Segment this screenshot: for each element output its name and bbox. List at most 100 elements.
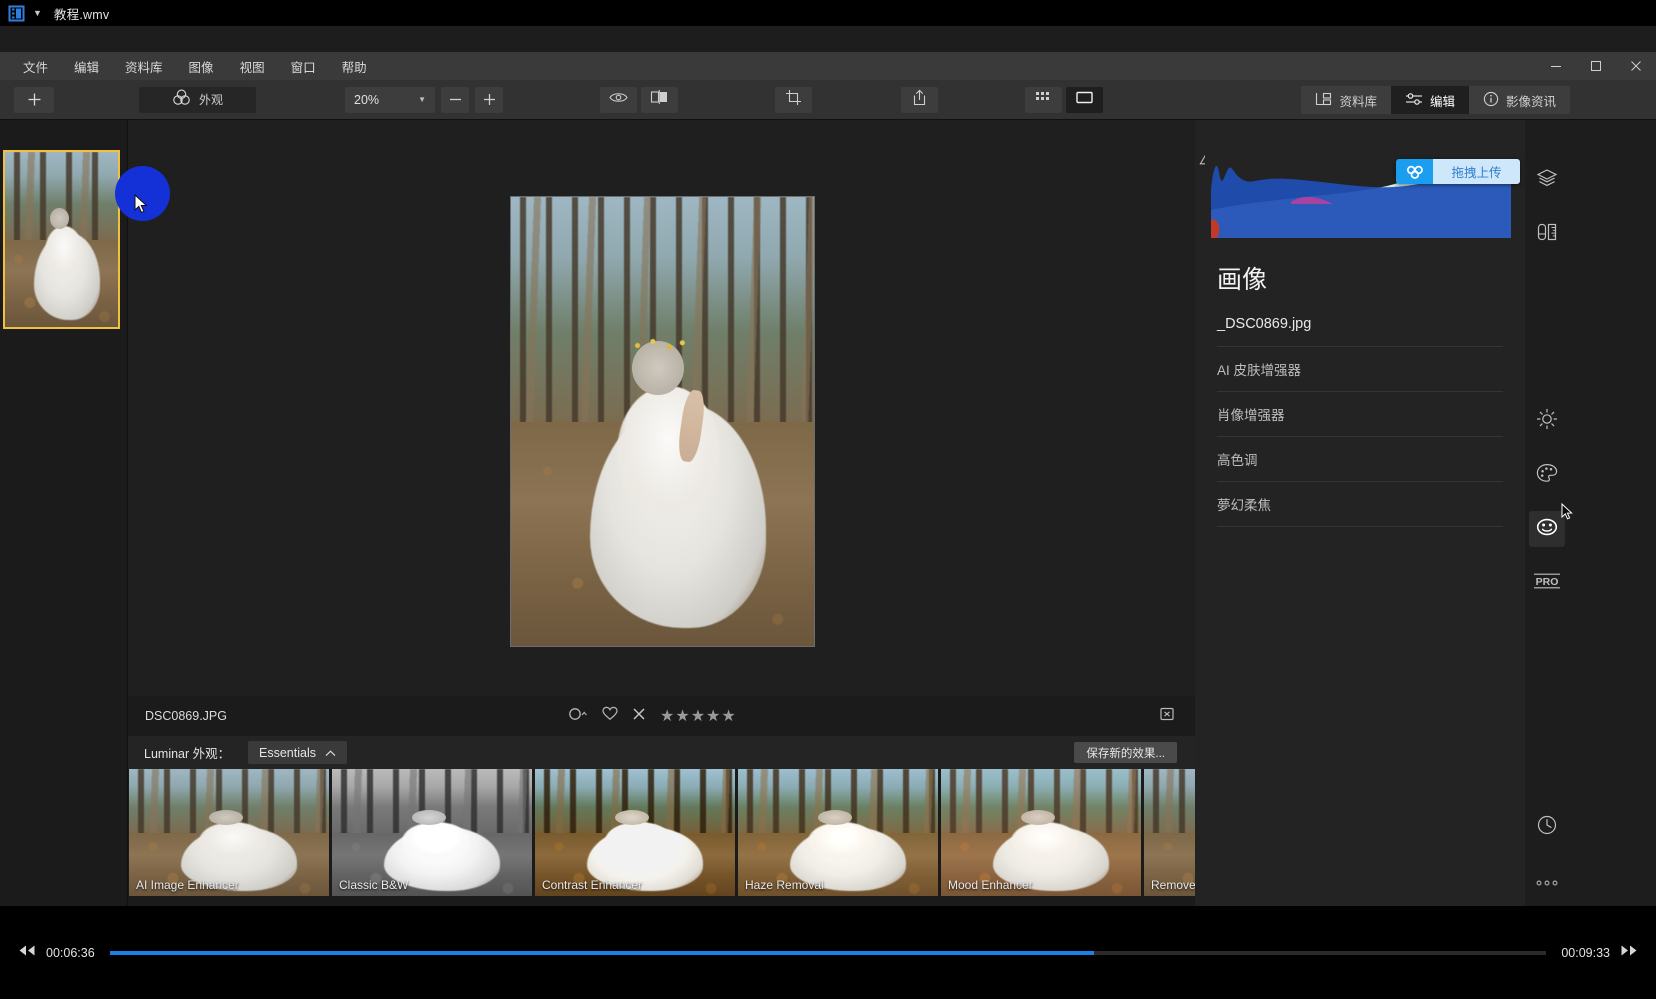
zoom-controls: 20% ▼ <box>345 86 503 113</box>
layers-icon <box>1536 168 1558 193</box>
share-group <box>901 86 938 113</box>
menu-file[interactable]: 文件 <box>10 52 61 80</box>
star-rating[interactable]: ★★★★★ <box>660 706 737 726</box>
preset-item[interactable]: Contrast Enhancer <box>535 769 735 896</box>
panel-row-filename[interactable]: _DSC0869.jpg <box>1217 302 1503 347</box>
current-time: 00:06:36 <box>46 945 95 960</box>
presets-strip: AI Image Enhancer Classic B&W Contrast E… <box>128 769 1195 906</box>
color-label-icon[interactable] <box>568 707 588 726</box>
chevron-down-icon[interactable]: ▼ <box>33 8 42 18</box>
panel-row-label: 夢幻柔焦 <box>1217 498 1271 513</box>
trash-icon[interactable] <box>1159 706 1175 727</box>
preset-item[interactable]: Haze Removal <box>738 769 938 896</box>
chevron-down-icon: ▼ <box>418 95 426 104</box>
zoom-level-select[interactable]: 20% ▼ <box>345 86 435 113</box>
panel-row-high-key[interactable]: 高色调 <box>1217 437 1503 482</box>
tab-edit[interactable]: 编辑 <box>1390 86 1469 114</box>
tab-image-info[interactable]: 影像资讯 <box>1468 86 1570 114</box>
preset-thumbnail <box>535 769 735 896</box>
total-time: 00:09:33 <box>1561 945 1610 960</box>
forest-portrait-photo <box>511 197 814 646</box>
preset-label: Haze Removal <box>745 878 824 892</box>
menu-library[interactable]: 资料库 <box>112 52 176 80</box>
crop-button[interactable] <box>775 86 812 113</box>
mode-tabs: 资料库 编辑 影像资讯 <box>1301 80 1570 120</box>
x-reject-icon[interactable] <box>632 707 646 726</box>
compare-toggle-button[interactable] <box>641 86 678 113</box>
looks-category-select[interactable]: Essentials <box>248 741 347 764</box>
preset-label: AI Image Enhancer <box>136 878 239 892</box>
player-file-title: 教程.wmv <box>53 7 110 22</box>
preset-item[interactable]: Remove <box>1144 769 1195 896</box>
panel-row-label: 肖像增强器 <box>1217 408 1285 423</box>
zoom-out-button[interactable] <box>441 86 469 113</box>
panel-row-label: AI 皮肤增强器 <box>1217 363 1302 378</box>
minimize-button[interactable] <box>1536 52 1576 80</box>
share-button[interactable] <box>901 86 938 113</box>
venn-circles-icon <box>172 89 191 111</box>
preview-toggle-button[interactable] <box>600 86 637 113</box>
rail-layers[interactable] <box>1529 162 1565 198</box>
panel-title: 画像 <box>1217 266 1268 294</box>
menu-edit[interactable]: 编辑 <box>61 52 112 80</box>
preset-item[interactable]: Mood Enhancer <box>941 769 1141 896</box>
clock-history-icon <box>1536 814 1558 841</box>
preset-thumbnail <box>738 769 938 896</box>
zoom-in-button[interactable] <box>475 86 503 113</box>
panel-row-label: _DSC0869.jpg <box>1217 316 1312 332</box>
skip-forward-icon[interactable] <box>1620 944 1638 962</box>
preset-thumbnail <box>129 769 329 896</box>
grid-view-button[interactable] <box>1025 86 1062 113</box>
grid-view-icon <box>1035 90 1052 109</box>
info-icon <box>1483 91 1499 110</box>
tab-library-label: 资料库 <box>1339 94 1377 109</box>
panel-row-ai-skin-enhancer[interactable]: AI 皮肤增强器 <box>1217 347 1503 392</box>
chevron-up-icon <box>325 746 336 760</box>
rail-canvas[interactable] <box>1529 216 1565 252</box>
add-button[interactable] <box>14 86 54 113</box>
tab-library[interactable]: 资料库 <box>1301 86 1391 114</box>
current-filename: DSC0869.JPG <box>145 709 227 723</box>
rail-portrait[interactable] <box>1529 511 1565 547</box>
rail-more[interactable] <box>1529 865 1565 901</box>
view-toggle-group <box>600 86 678 113</box>
drag-upload-badge[interactable]: 拖拽上传 <box>1396 159 1520 184</box>
menu-image[interactable]: 图像 <box>176 52 227 80</box>
looks-bar-label: Luminar 外观： <box>144 747 231 761</box>
panel-row-list: _DSC0869.jpg AI 皮肤增强器 肖像增强器 高色调 夢幻柔焦 <box>1217 302 1503 527</box>
preset-thumbnail <box>941 769 1141 896</box>
looks-button[interactable]: 外观 <box>139 86 256 113</box>
rail-history[interactable] <box>1529 809 1565 845</box>
rail-light[interactable] <box>1529 403 1565 439</box>
panel-row-dreamy-soft-focus[interactable]: 夢幻柔焦 <box>1217 482 1503 527</box>
player-title-bar: ▼ 教程.wmv <box>0 0 1656 26</box>
tools-rail: PRO <box>1525 120 1656 906</box>
zoom-level-value: 20% <box>354 92 380 107</box>
preset-label: Contrast Enhancer <box>542 878 643 892</box>
mouse-cursor-main <box>134 193 148 214</box>
preset-item[interactable]: Classic B&W <box>332 769 532 896</box>
sliders-icon <box>1405 92 1423 109</box>
rating-controls: ★★★★★ <box>568 706 737 726</box>
close-button[interactable] <box>1616 52 1656 80</box>
rail-pro[interactable]: PRO <box>1529 565 1565 601</box>
svg-text:PRO: PRO <box>1536 576 1559 588</box>
skip-back-icon[interactable] <box>18 944 36 962</box>
seek-track[interactable] <box>110 950 1546 955</box>
preset-item[interactable]: AI Image Enhancer <box>129 769 329 896</box>
drag-upload-label: 拖拽上传 <box>1433 159 1520 184</box>
menu-help[interactable]: 帮助 <box>329 52 380 80</box>
filmstrip-thumbnail-selected[interactable] <box>3 150 120 329</box>
film-strip-icon <box>8 5 25 22</box>
maximize-button[interactable] <box>1576 52 1616 80</box>
save-new-look-button[interactable]: 保存新的效果... <box>1074 742 1177 763</box>
heart-icon[interactable] <box>602 706 618 726</box>
menu-window[interactable]: 窗口 <box>278 52 329 80</box>
menu-view[interactable]: 视图 <box>227 52 278 80</box>
rail-color[interactable] <box>1529 457 1565 493</box>
image-canvas[interactable] <box>128 120 1195 696</box>
single-view-button[interactable] <box>1066 86 1103 113</box>
share-upload-icon <box>912 89 927 111</box>
crop-icon <box>785 89 802 111</box>
panel-row-portrait-enhancer[interactable]: 肖像增强器 <box>1217 392 1503 437</box>
